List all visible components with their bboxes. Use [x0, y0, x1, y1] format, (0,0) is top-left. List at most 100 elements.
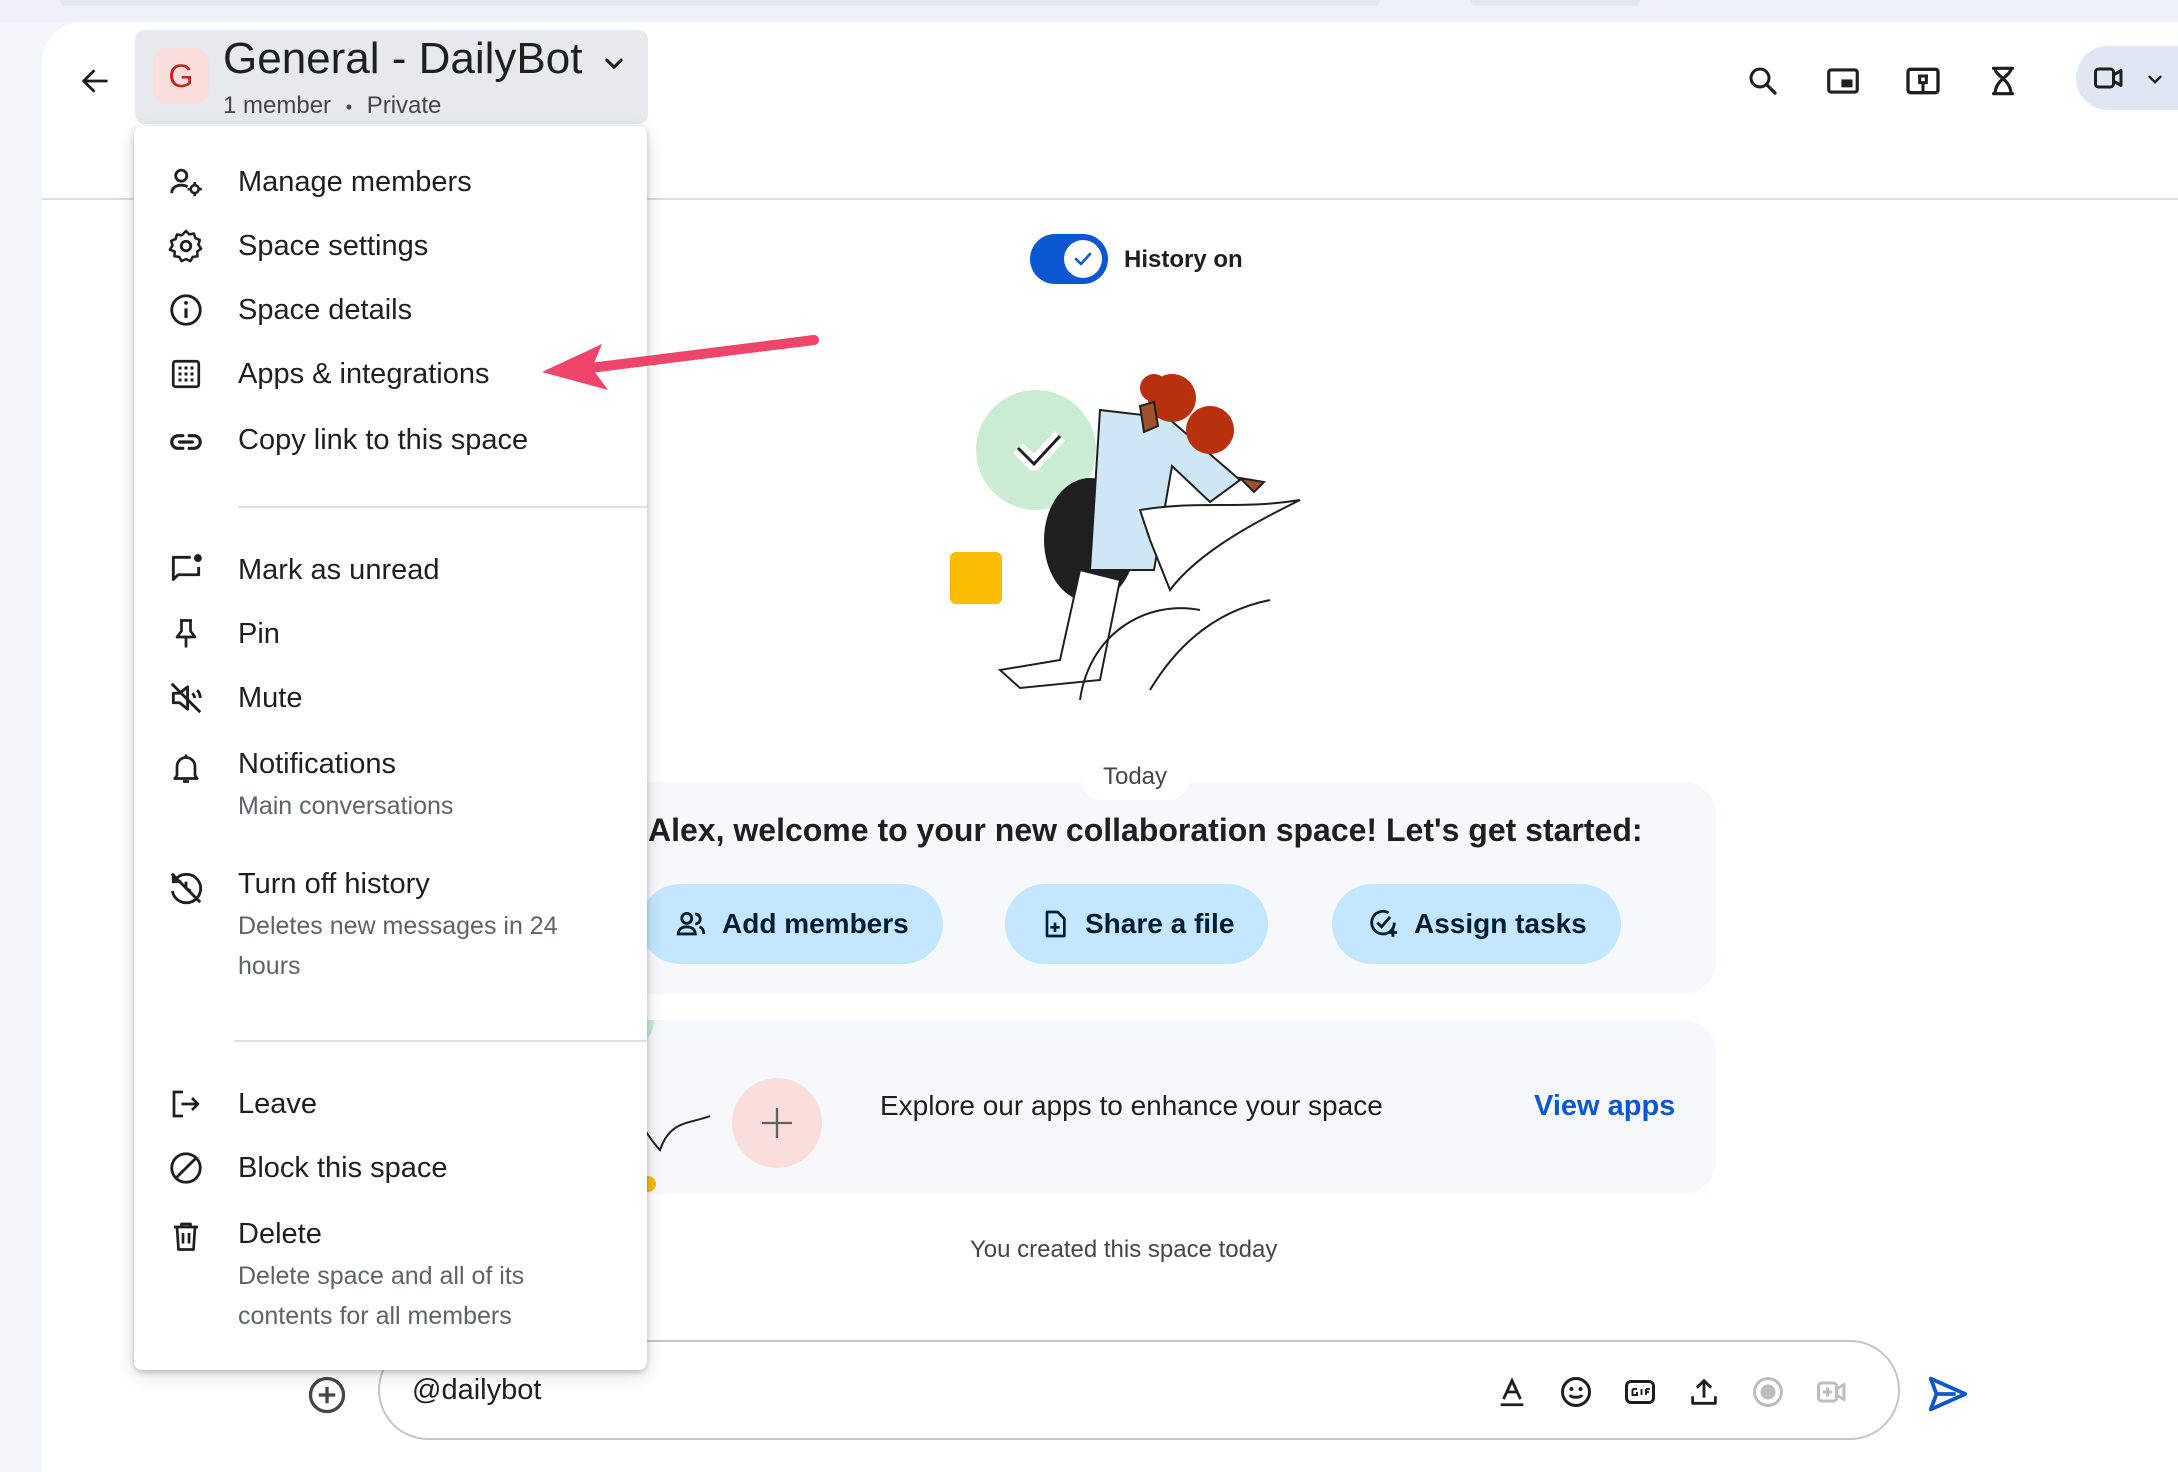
space-avatar: G [153, 48, 209, 104]
pinned-button[interactable] [1896, 54, 1950, 108]
gear-icon [166, 226, 206, 266]
menu-item-block-space[interactable]: Block this space [134, 1144, 647, 1194]
menu-item-label: Mark as unread [238, 554, 440, 586]
description-line: hours [238, 952, 301, 980]
pin-icon [166, 614, 206, 654]
send-button[interactable] [1922, 1368, 1974, 1420]
assign-tasks-label: Assign tasks [1414, 908, 1587, 939]
menu-item-mark-unread[interactable]: Mark as unread [134, 546, 647, 596]
space-subtitle: 1 member • Private [223, 92, 441, 120]
history-off-icon [166, 868, 206, 908]
menu-item-turn-off-history[interactable]: Turn off history Deletes new messages in… [134, 854, 647, 1004]
view-apps-link[interactable]: View apps [1534, 1090, 1675, 1123]
gif-button[interactable] [1618, 1370, 1662, 1414]
explore-apps-card: Explore our apps to enhance your space V… [600, 1020, 1716, 1194]
tasks-button[interactable] [1976, 54, 2030, 108]
composer-add-button[interactable] [302, 1370, 352, 1420]
description-line: Deletes new messages in 24 [238, 912, 558, 940]
video-message-button[interactable] [1810, 1370, 1854, 1414]
menu-divider [234, 1040, 647, 1042]
assign-tasks-button[interactable]: Assign tasks [1332, 884, 1621, 964]
menu-item-notifications[interactable]: Notifications Main conversations [134, 738, 647, 838]
search-button[interactable] [1736, 54, 1790, 108]
menu-item-delete[interactable]: Delete Delete space and all of its conte… [134, 1208, 647, 1358]
tab-strip-shape [1470, 0, 1640, 6]
menu-item-label: Notifications [238, 748, 396, 780]
menu-item-description: Deletes new messages in 24 hours [238, 906, 618, 986]
mark-unread-icon [166, 550, 206, 590]
description-line: Delete space and all of its [238, 1262, 525, 1290]
menu-item-pin[interactable]: Pin [134, 610, 647, 660]
people-icon [676, 911, 706, 936]
menu-item-label: Leave [238, 1088, 318, 1120]
task-add-icon [1370, 909, 1398, 937]
separator-dot: • [345, 97, 353, 117]
back-button[interactable] [70, 56, 120, 106]
explore-apps-text: Explore our apps to enhance your space [880, 1090, 1383, 1121]
menu-item-label: Delete [238, 1218, 322, 1250]
annotation-arrow [542, 335, 819, 390]
menu-item-leave[interactable]: Leave [134, 1080, 647, 1130]
format-text-button[interactable] [1490, 1370, 1534, 1414]
share-file-label: Share a file [1085, 908, 1235, 939]
add-members-label: Add members [722, 908, 909, 939]
menu-item-space-settings[interactable]: Space settings [134, 222, 647, 272]
menu-item-label: Manage members [238, 166, 472, 198]
history-label: History on [1124, 246, 1243, 273]
menu-item-label: Block this space [238, 1152, 448, 1184]
add-members-button[interactable]: Add members [640, 884, 943, 964]
browser-top-strip [0, 0, 2178, 22]
video-camera-icon [2094, 67, 2123, 89]
tab-strip-shape [60, 0, 1380, 6]
arrow-back-icon [82, 69, 108, 93]
gif-icon [1625, 1380, 1655, 1404]
upload-button[interactable] [1682, 1370, 1726, 1414]
upload-icon [1691, 1379, 1717, 1405]
block-icon [166, 1148, 206, 1188]
menu-item-description: Main conversations [238, 792, 454, 820]
menu-item-label: Mute [238, 682, 303, 714]
space-title-button[interactable]: G General - DailyBot 1 member • Private [135, 30, 648, 124]
menu-item-description: Delete space and all of its contents for… [238, 1256, 618, 1336]
record-icon [1753, 1377, 1783, 1407]
trash-icon [166, 1216, 206, 1256]
space-menu: Manage members Space settings Space deta… [134, 126, 647, 1370]
toggle-knob [1064, 240, 1102, 278]
welcome-message: Alex, welcome to your new collaboration … [648, 812, 1643, 848]
picture-in-picture-button[interactable] [1816, 54, 1870, 108]
chevron-down-icon [605, 58, 623, 69]
menu-item-manage-members[interactable]: Manage members [134, 158, 647, 208]
menu-item-label: Space settings [238, 230, 429, 262]
privacy-label: Private [366, 92, 442, 119]
pinned-messages-icon [1906, 67, 1940, 95]
welcome-illustration [950, 374, 1301, 700]
plus-icon [762, 1108, 792, 1138]
date-divider: Today [1080, 754, 1190, 800]
file-add-icon [1045, 910, 1066, 938]
menu-item-label: Turn off history [238, 868, 430, 900]
video-call-button[interactable] [2076, 46, 2178, 110]
search-icon [1749, 67, 1777, 95]
message-input[interactable]: @dailybot [412, 1374, 541, 1407]
history-toggle[interactable] [1030, 234, 1108, 284]
space-created-note: You created this space today [970, 1236, 1278, 1263]
welcome-card: Alex, welcome to your new collaboration … [600, 782, 1716, 994]
picture-in-picture-icon [1827, 68, 1859, 94]
menu-item-label: Apps & integrations [238, 358, 490, 390]
link-icon [166, 422, 206, 462]
video-add-icon [1817, 1381, 1846, 1403]
menu-item-mute[interactable]: Mute [134, 674, 647, 724]
chevron-down-icon [2148, 75, 2162, 84]
menu-item-label: Space details [238, 294, 413, 326]
add-app-button[interactable] [732, 1078, 822, 1168]
leave-icon [166, 1084, 206, 1124]
menu-item-copy-link[interactable]: Copy link to this space [134, 416, 647, 466]
format-text-icon [1500, 1377, 1524, 1407]
mute-icon [166, 678, 206, 718]
share-file-button[interactable]: Share a file [1005, 884, 1269, 964]
check-icon [1074, 252, 1092, 266]
hourglass-icon [1991, 66, 2015, 96]
emoji-icon [1561, 1377, 1591, 1407]
emoji-button[interactable] [1554, 1370, 1598, 1414]
record-button[interactable] [1746, 1370, 1790, 1414]
